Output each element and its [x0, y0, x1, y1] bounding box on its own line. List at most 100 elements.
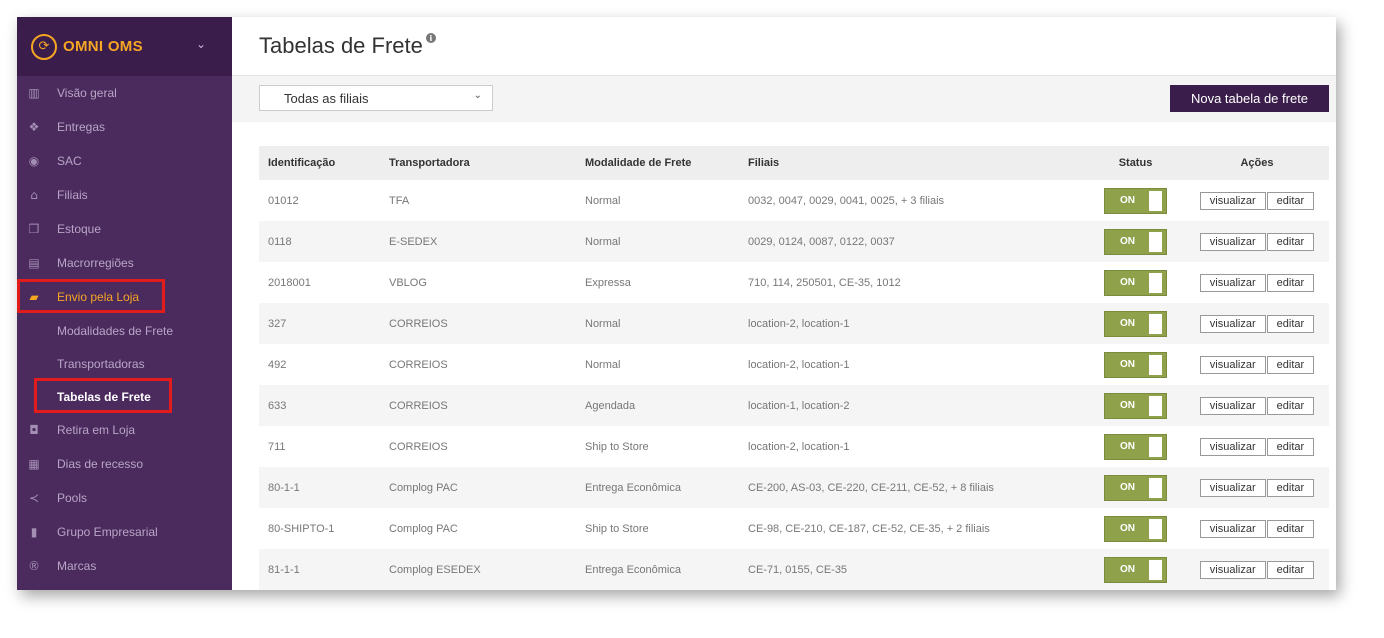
cell-status: ON [1086, 426, 1185, 467]
status-toggle[interactable]: ON [1104, 474, 1167, 501]
new-freight-table-button[interactable]: Nova tabela de frete [1170, 85, 1329, 112]
status-toggle[interactable]: ON [1104, 187, 1167, 214]
bar-chart-icon: ▥ [28, 86, 40, 100]
action-group: visualizar editar [1199, 191, 1315, 210]
filter-bar: Todas as filiais ⌄ Nova tabela de frete [232, 76, 1336, 122]
sidebar-item-estoque[interactable]: ❒ Estoque [17, 212, 232, 246]
status-toggle[interactable]: ON [1104, 269, 1167, 296]
status-toggle[interactable]: ON [1104, 392, 1167, 419]
sidebar-item-label: Estoque [57, 222, 102, 236]
sidebar-item-filiais[interactable]: ⌂ Filiais [17, 178, 232, 212]
column-header-status[interactable]: Status [1086, 146, 1185, 180]
cell-status: ON [1086, 549, 1185, 590]
view-button[interactable]: visualizar [1199, 191, 1266, 210]
sidebar: ⟳ OMNI OMS ⌄ ▥ Visão geral ❖ Entregas ◉ SAC ⌂ F… [17, 17, 232, 590]
column-header-carrier[interactable]: Transportadora [380, 146, 576, 180]
sidebar-item-label: Entregas [57, 120, 106, 134]
cell-branches: 0029, 0124, 0087, 0122, 0037 [748, 235, 895, 248]
sidebar-item-label: Visão geral [57, 86, 117, 100]
branch-filter-select[interactable]: Todas as filiais ⌄ [259, 85, 493, 111]
edit-button[interactable]: editar [1266, 314, 1315, 333]
cell-status: ON [1086, 385, 1185, 426]
column-header-mode[interactable]: Modalidade de Frete [576, 146, 739, 180]
edit-button[interactable]: editar [1266, 560, 1315, 579]
edit-button[interactable]: editar [1266, 519, 1315, 538]
view-button[interactable]: visualizar [1199, 355, 1266, 374]
home-icon: ⌂ [30, 188, 38, 202]
user-circle-icon: ◉ [28, 154, 40, 168]
status-toggle[interactable]: ON [1104, 433, 1167, 460]
cell-actions: visualizar editar [1185, 467, 1329, 508]
sidebar-item-sac[interactable]: ◉ SAC [17, 144, 232, 178]
status-toggle[interactable]: ON [1104, 228, 1167, 255]
cell-actions: visualizar editar [1185, 221, 1329, 262]
edit-button[interactable]: editar [1266, 396, 1315, 415]
edit-button[interactable]: editar [1266, 437, 1315, 456]
status-toggle-label: ON [1120, 441, 1135, 452]
view-button[interactable]: visualizar [1199, 396, 1266, 415]
sidebar-item-envio-pela-loja[interactable]: ▰ Envio pela Loja [17, 280, 232, 314]
chevron-down-icon[interactable]: ⌄ [196, 37, 206, 51]
edit-button[interactable]: editar [1266, 273, 1315, 292]
status-toggle[interactable]: ON [1104, 310, 1167, 337]
info-icon[interactable]: i [425, 33, 436, 43]
building-icon: ▮ [30, 525, 38, 539]
sidebar-item-label: Dias de recesso [57, 457, 144, 471]
column-header-branches[interactable]: Filiais [739, 146, 1086, 180]
view-button[interactable]: visualizar [1199, 232, 1266, 251]
status-toggle-label: ON [1120, 523, 1135, 534]
sidebar-item-grupo-empresarial[interactable]: ▮ Grupo Empresarial [17, 515, 232, 549]
sidebar-subitem-transportadoras[interactable]: Transportadoras [17, 347, 232, 380]
table-row: 01012 TFA Normal 0032, 0047, 0029, 0041, 00… [259, 180, 1329, 221]
view-button[interactable]: visualizar [1199, 273, 1266, 292]
toggle-knob [1149, 231, 1162, 252]
toggle-knob [1149, 313, 1162, 334]
sidebar-item-retira-em-loja[interactable]: ◘ Retira em Loja [17, 413, 232, 447]
cell-id: 2018001 [268, 276, 311, 289]
calendar-icon: ▦ [28, 457, 40, 471]
view-button[interactable]: visualizar [1199, 519, 1266, 538]
sidebar-item-vis-o-geral[interactable]: ▥ Visão geral [17, 76, 232, 110]
status-toggle[interactable]: ON [1104, 351, 1167, 378]
status-toggle[interactable]: ON [1104, 515, 1167, 542]
status-toggle[interactable]: ON [1104, 556, 1167, 583]
share-icon: ≺ [28, 491, 40, 505]
sidebar-item-dias-de-recesso[interactable]: ▦ Dias de recesso [17, 447, 232, 481]
cell-actions: visualizar editar [1185, 262, 1329, 303]
shopping-bag-icon: ◘ [29, 423, 39, 437]
dropbox-icon: ❖ [28, 120, 40, 134]
action-group: visualizar editar [1199, 355, 1315, 374]
table-row: 80-1-1 Complog PAC Entrega Econômica CE-200… [259, 467, 1329, 508]
view-button[interactable]: visualizar [1199, 478, 1266, 497]
edit-button[interactable]: editar [1266, 232, 1315, 251]
toggle-knob [1149, 559, 1162, 580]
table-row: 633 CORREIOS Agendada location-1, location-… [259, 385, 1329, 426]
sidebar-item-marcas[interactable]: ® Marcas [17, 549, 232, 583]
table-header-row: Identificação Transportadora Modalidade … [259, 146, 1329, 180]
sidebar-item-pools[interactable]: ≺ Pools [17, 481, 232, 515]
edit-button[interactable]: editar [1266, 355, 1315, 374]
column-header-id[interactable]: Identificação [259, 146, 380, 180]
view-button[interactable]: visualizar [1199, 560, 1266, 579]
table-row: 2018001 VBLOG Expressa 710, 114, 250501, CE… [259, 262, 1329, 303]
sidebar-subitem-tabelas-de-frete[interactable]: Tabelas de Frete [17, 380, 232, 413]
table-row: 80-SHIPTO-1 Complog PAC Ship to Store CE-98… [259, 508, 1329, 549]
cell-id: 492 [268, 358, 287, 371]
view-button[interactable]: visualizar [1199, 437, 1266, 456]
cell-carrier: CORREIOS [389, 317, 448, 330]
cell-branches: location-2, location-1 [748, 317, 850, 330]
action-group: visualizar editar [1199, 437, 1315, 456]
cell-id: 80-1-1 [268, 481, 300, 494]
view-button[interactable]: visualizar [1199, 314, 1266, 333]
edit-button[interactable]: editar [1266, 478, 1315, 497]
brand-bar[interactable]: ⟳ OMNI OMS ⌄ [17, 17, 232, 76]
edit-button[interactable]: editar [1266, 191, 1315, 210]
page-header: Tabelas de Frete i [232, 17, 1336, 76]
sidebar-item-macrorregi-es[interactable]: ▤ Macrorregiões [17, 246, 232, 280]
sidebar-item-label: Marcas [57, 559, 97, 573]
sidebar-item-entregas[interactable]: ❖ Entregas [17, 110, 232, 144]
action-group: visualizar editar [1199, 478, 1315, 497]
sidebar-subitem-modalidades-de-frete[interactable]: Modalidades de Frete [17, 314, 232, 347]
cell-status: ON [1086, 344, 1185, 385]
cell-branches: location-2, location-1 [748, 440, 850, 453]
